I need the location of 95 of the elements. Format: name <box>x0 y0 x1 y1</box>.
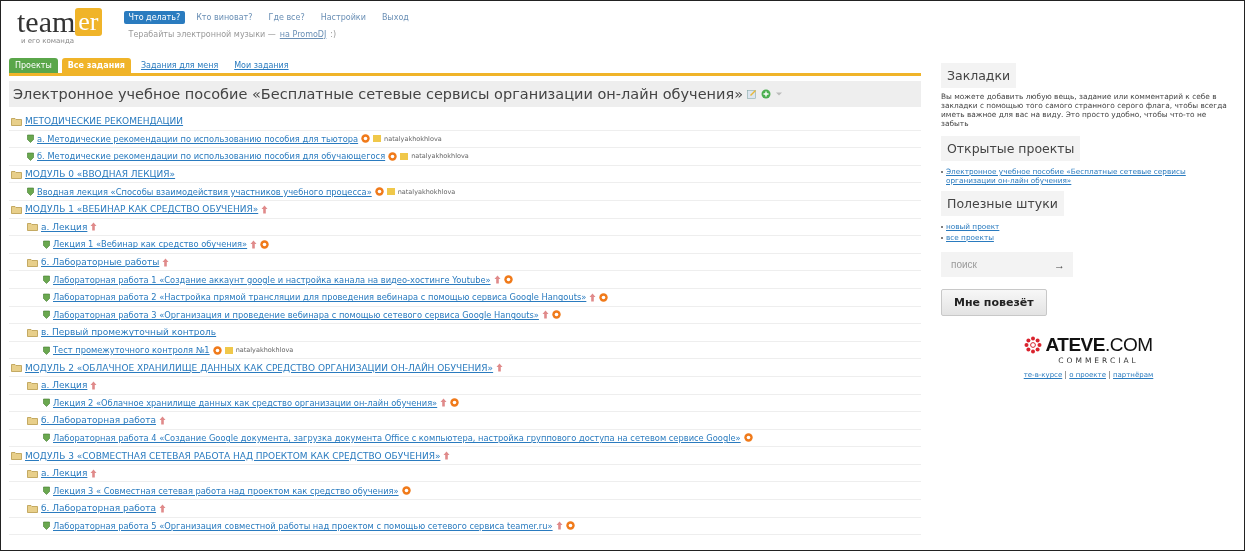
comment-icon[interactable] <box>743 433 753 443</box>
up-arrow-icon[interactable] <box>90 222 98 232</box>
comment-icon[interactable] <box>450 398 460 408</box>
comment-icon[interactable] <box>361 134 371 144</box>
folder-link[interactable]: МОДУЛЬ 0 «ВВОДНАЯ ЛЕКЦИЯ» <box>25 169 176 180</box>
up-arrow-icon[interactable] <box>589 292 597 302</box>
task-link[interactable]: Лабораторная работа 2 «Настройка прямой трансляции для проведения вебинара с помощью сервиса Google Hangouts» <box>53 292 587 303</box>
folder-link[interactable]: МЕТОДИЧЕСКИЕ РЕКОМЕНДАЦИИ <box>25 116 184 127</box>
nav-link[interactable]: Настройки <box>315 11 371 24</box>
search-go-button[interactable]: → <box>1054 258 1065 271</box>
promo-text: Терабайты электронной музыки — <box>128 30 276 39</box>
tab[interactable]: Задания для меня <box>134 58 225 73</box>
task-link[interactable]: Лекция 1 «Вебинар как средство обучения» <box>53 239 248 250</box>
flower-logo-icon <box>1024 336 1043 354</box>
folder-icon <box>27 222 38 232</box>
comment-icon[interactable] <box>565 521 575 531</box>
folder-link[interactable]: б. Лабораторная работа <box>41 503 157 514</box>
folder-icon <box>27 380 38 390</box>
task-link[interactable]: Лабораторная работа 3 «Организация и проведение вебинара с помощью сетевого сервиса Google Hangouts» <box>53 309 539 320</box>
shield-icon <box>43 398 50 408</box>
up-arrow-icon[interactable] <box>440 398 448 408</box>
up-arrow-icon[interactable] <box>90 380 98 390</box>
comment-icon[interactable] <box>374 187 384 197</box>
sponsor-logo-text: ATEVE.COM <box>1045 334 1153 356</box>
folder-icon <box>11 169 22 179</box>
task-link[interactable]: б. Методические рекомендации по использованию пособия для обучающегося <box>37 151 386 162</box>
folder-link[interactable]: а. Лекция <box>41 221 88 232</box>
promo-link[interactable]: на PromoDJ <box>279 30 327 39</box>
task-link[interactable]: Лекция 2 «Облачное хранилище данных как средство организации он-лайн обучения» <box>53 397 438 408</box>
folder-link[interactable]: б. Лабораторные работы <box>41 257 160 268</box>
folder-icon <box>27 468 38 478</box>
task-link[interactable]: а. Методические рекомендации по использованию пособия для тьютора <box>37 133 359 144</box>
folder-icon <box>27 503 38 513</box>
bookmarks-heading: Закладки <box>941 63 1017 88</box>
plus-icon[interactable] <box>761 89 772 99</box>
comment-icon[interactable] <box>503 275 513 285</box>
up-arrow-icon[interactable] <box>541 310 549 320</box>
search-field[interactable]: поиск → <box>941 252 1073 277</box>
task-link[interactable]: Лабораторная работа 1 «Создание аккаунт google и настройка канала на видео-хостинге Youtube» <box>53 274 491 285</box>
task-link[interactable]: Лабораторная работа 5 «Организация совместной работы над проектом с помощью сетевого сервиса teamer.ru» <box>53 520 553 531</box>
nav-link[interactable]: Где все? <box>263 11 310 24</box>
folder-link[interactable]: МОДУЛЬ 3 «СОВМЕСТНАЯ СЕТЕВАЯ РАБОТА НАД ПРОЕКТОМ КАК СРЕДСТВО ОБУЧЕНИЯ» <box>25 450 441 461</box>
nav-link[interactable]: Выход <box>376 11 414 24</box>
comment-icon[interactable] <box>599 292 609 302</box>
nav-link[interactable]: Что делать? <box>123 11 186 24</box>
task-link[interactable]: Лабораторная работа 4 «Создание Google документа, загрузка документа Office с компьютера, настройка группового доступа на сетевом сервисе Google» <box>53 433 741 443</box>
up-arrow-icon[interactable] <box>159 503 167 513</box>
shield-icon <box>43 345 50 355</box>
comment-icon[interactable] <box>212 345 222 355</box>
task-link[interactable]: Вводная лекция «Способы взаимодействия участников учебного процесса» <box>37 186 372 197</box>
folder-icon <box>27 327 38 337</box>
folder-link[interactable]: б. Лабораторная работа <box>41 415 157 426</box>
folder-link[interactable]: а. Лекция <box>41 380 88 391</box>
edit-icon[interactable] <box>747 89 758 99</box>
tab[interactable]: Проекты <box>9 58 58 73</box>
up-arrow-icon[interactable] <box>261 204 269 214</box>
folder-icon <box>11 116 22 126</box>
useful-heading: Полезные штуки <box>941 191 1064 216</box>
folder-icon <box>27 415 38 425</box>
project-title: Электронное учебное пособие «Бесплатные сетевые сервисы организации он-лайн обучения» <box>13 86 744 102</box>
logo-badge: er <box>75 8 102 36</box>
up-arrow-icon[interactable] <box>493 275 501 285</box>
comment-icon[interactable] <box>401 486 411 496</box>
folder-link[interactable]: МОДУЛЬ 1 «ВЕБИНАР КАК СРЕДСТВО ОБУЧЕНИЯ» <box>25 204 259 215</box>
folder-link[interactable]: МОДУЛЬ 2 «ОБЛАЧНОЕ ХРАНИЛИЩЕ ДАННЫХ КАК СРЕДСТВО ОРГАНИЗАЦИИ ОН-ЛАЙН ОБУЧЕНИЯ» <box>25 362 494 373</box>
folder-icon <box>27 257 38 267</box>
folder-icon <box>11 451 22 461</box>
caret-icon[interactable] <box>775 91 784 97</box>
up-arrow-icon[interactable] <box>90 468 98 478</box>
logo-text: team <box>17 7 76 37</box>
up-arrow-icon[interactable] <box>555 521 563 531</box>
nav-link[interactable]: Кто виноват? <box>191 11 258 24</box>
shield-icon <box>43 433 50 443</box>
up-arrow-icon[interactable] <box>496 363 504 373</box>
open-projects-heading: Открытые проекты <box>941 136 1081 161</box>
up-arrow-icon[interactable] <box>250 239 258 249</box>
folder-icon <box>11 204 22 214</box>
lucky-button[interactable]: Мне повезёт <box>941 289 1047 316</box>
up-arrow-icon[interactable] <box>159 415 167 425</box>
shield-icon <box>43 521 50 531</box>
shield-icon <box>27 187 34 197</box>
comment-icon[interactable] <box>551 310 561 320</box>
task-link[interactable]: Лекция 3 « Совместная сетевая работа над проектом как средство обучения» <box>53 485 399 496</box>
comment-icon[interactable] <box>388 152 398 161</box>
folder-link[interactable]: в. Первый промежуточный контроль <box>41 327 217 338</box>
up-arrow-icon[interactable] <box>162 257 170 267</box>
up-arrow-icon[interactable] <box>443 451 451 461</box>
tab[interactable]: Мои задания <box>228 58 295 73</box>
task-link[interactable]: Тест промежуточного контроля №1 <box>53 345 210 355</box>
shield-icon <box>43 486 50 496</box>
comment-icon[interactable] <box>260 239 270 249</box>
folder-icon <box>11 363 22 373</box>
shield-icon <box>43 239 50 249</box>
smiley-text: :) <box>330 30 337 39</box>
folder-link[interactable]: а. Лекция <box>41 468 88 479</box>
